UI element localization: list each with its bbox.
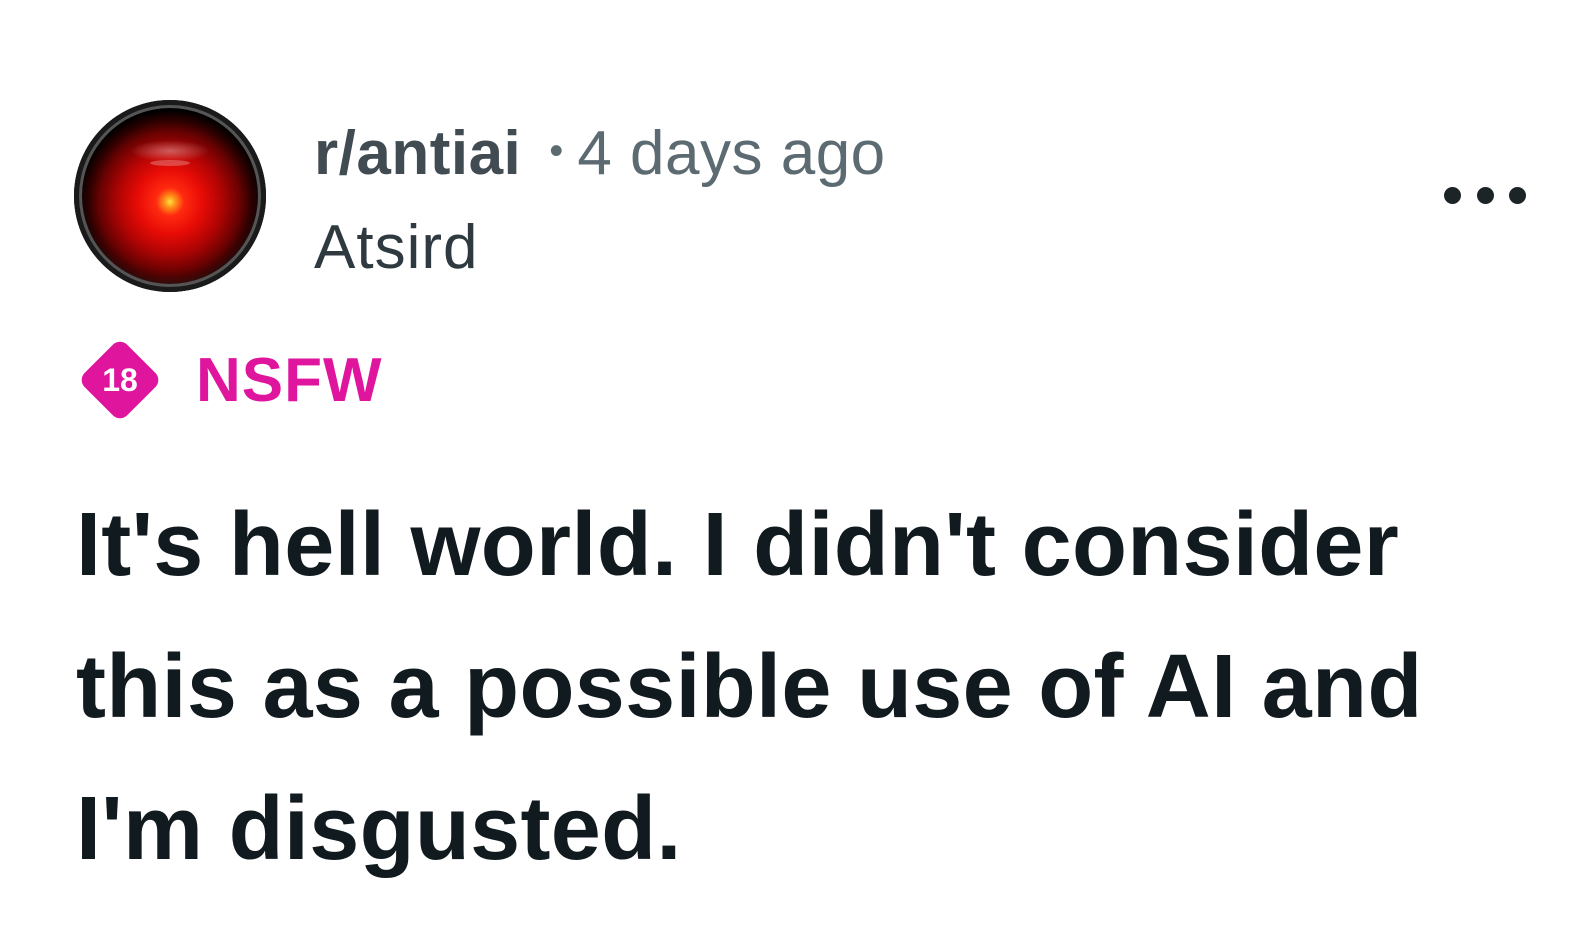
nsfw-badge-number: 18 bbox=[102, 362, 138, 398]
more-options-icon[interactable] bbox=[1444, 180, 1526, 210]
more-options-dot bbox=[1509, 186, 1526, 204]
subreddit-name-link[interactable]: r/antiai bbox=[314, 118, 521, 189]
post-title[interactable]: It's hell world. I didn't consider this … bbox=[76, 474, 1516, 900]
more-options-dot bbox=[1444, 186, 1461, 204]
post-card: r/antiai • 4 days ago Atsird 18 NSFW It'… bbox=[0, 0, 1580, 942]
nsfw-label: NSFW bbox=[196, 345, 383, 415]
post-timestamp: 4 days ago bbox=[577, 118, 886, 188]
subreddit-avatar[interactable] bbox=[74, 100, 266, 292]
post-meta-line: r/antiai • 4 days ago bbox=[314, 118, 886, 188]
meta-separator: • bbox=[549, 128, 564, 173]
nsfw-tag: 18 NSFW bbox=[76, 336, 383, 424]
author-username-link[interactable]: Atsird bbox=[314, 212, 478, 283]
avatar-highlight-small bbox=[150, 160, 190, 166]
more-options-dot bbox=[1476, 186, 1494, 204]
nsfw-18-icon: 18 bbox=[76, 336, 164, 424]
avatar-highlight bbox=[130, 140, 210, 162]
